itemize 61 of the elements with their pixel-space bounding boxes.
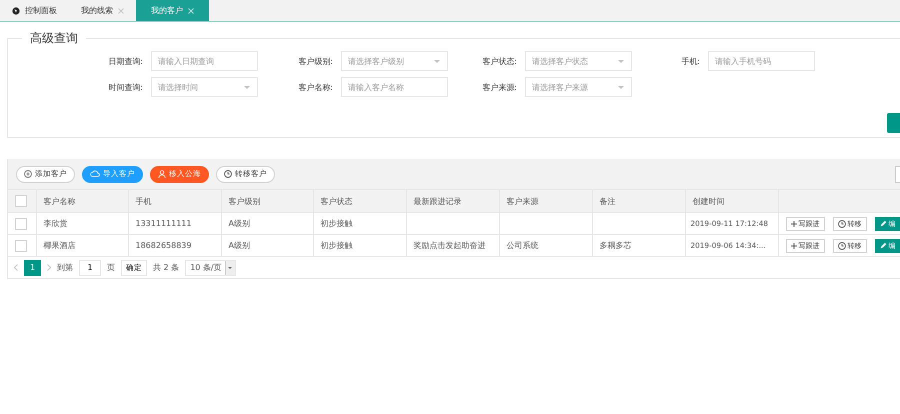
- field-label: 客户名称:: [297, 82, 334, 94]
- table-cell: 椰果酒店: [44, 241, 76, 250]
- search-button[interactable]: [887, 113, 900, 133]
- input-field[interactable]: 请输入日期查询: [151, 51, 258, 71]
- close-icon[interactable]: [118, 8, 124, 14]
- globe-icon: [12, 6, 20, 14]
- page-input[interactable]: 1: [79, 260, 101, 276]
- select-field[interactable]: 请选择客户状态: [525, 51, 632, 71]
- column-header: 最新跟进记录: [406, 190, 499, 212]
- clock-icon: [838, 220, 846, 228]
- select-field[interactable]: 请选择客户级别: [341, 51, 448, 71]
- column-header: 手机: [128, 190, 221, 212]
- table-cell: 初步接触: [320, 219, 352, 228]
- clock-icon: [838, 242, 846, 250]
- next-page-icon[interactable]: [47, 264, 51, 271]
- tab[interactable]: 控制面板: [0, 0, 69, 21]
- page-size-select[interactable]: 10 条/页: [185, 260, 236, 276]
- table-cell: 初步接触: [320, 241, 352, 250]
- table-cell: 奖励点击发起助奋进: [414, 241, 486, 250]
- person-icon: [158, 170, 166, 178]
- checkbox[interactable]: [15, 240, 27, 252]
- goto-label: 到第: [57, 262, 73, 273]
- pencil-icon: [880, 220, 886, 227]
- field-label: 客户级别:: [297, 56, 334, 68]
- input-field[interactable]: 请输入客户名称: [341, 77, 448, 97]
- select-field[interactable]: 请选择时间: [151, 77, 258, 97]
- plus-icon: [790, 220, 796, 226]
- toolbar-icon-button[interactable]: [895, 166, 900, 183]
- page-button[interactable]: 1: [24, 260, 41, 276]
- page-unit: 页: [107, 262, 115, 273]
- clock-icon: [224, 170, 232, 178]
- previous-page-icon[interactable]: [14, 264, 18, 271]
- table-cell: 公司系统: [506, 241, 538, 250]
- checkbox[interactable]: [15, 195, 27, 207]
- total-count: 共 2 条: [153, 262, 180, 273]
- column-header: 备注: [592, 190, 685, 212]
- plus-icon: [790, 242, 796, 248]
- column-header: 客户状态: [313, 190, 406, 212]
- column-header: 客户名称: [36, 190, 128, 212]
- section-title: 高级查询: [29, 30, 79, 47]
- table-cell: 18682658839: [136, 241, 192, 250]
- field-label: 客户状态:: [481, 56, 518, 68]
- tab[interactable]: 我的线索: [69, 0, 136, 21]
- table-cell: A级别: [228, 241, 250, 250]
- field-label: 客户来源:: [481, 82, 518, 94]
- table-cell: A级别: [228, 219, 250, 228]
- column-header: 创建时间: [685, 190, 778, 212]
- table-cell: 李欣赏: [44, 219, 68, 228]
- table-cell: 13311111111: [136, 219, 192, 228]
- column-header: 客户来源: [499, 190, 592, 212]
- select-field[interactable]: 请选择客户来源: [525, 77, 632, 97]
- plus-circle-icon: [24, 170, 32, 178]
- pencil-icon: [880, 242, 886, 249]
- input-field[interactable]: 请输入手机号码: [708, 51, 815, 71]
- table-cell: 多耦多芯: [600, 241, 632, 250]
- cloud-icon: [90, 170, 100, 178]
- field-label: 时间查询:: [107, 82, 144, 94]
- column-header: 客户级别: [221, 190, 313, 212]
- field-label: 日期查询:: [107, 56, 144, 68]
- field-label: 手机:: [680, 56, 701, 68]
- checkbox[interactable]: [15, 218, 27, 230]
